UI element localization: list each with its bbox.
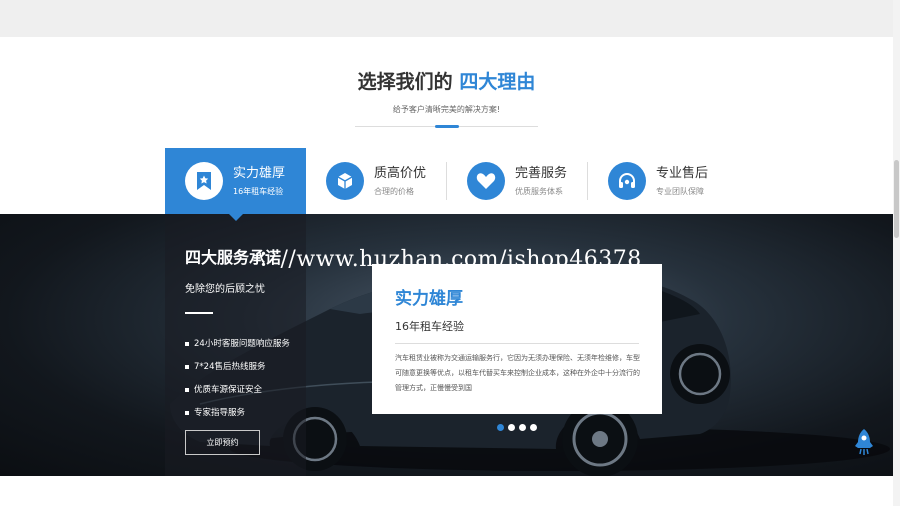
scrollbar-thumb[interactable] [894,160,899,238]
list-item: 24小时客服问题响应服务 [185,338,290,361]
list-item: 优质车源保证安全 [185,384,290,407]
tab-quality-price[interactable]: 质高价优 合理的价格 [306,148,447,214]
active-tab-pointer [228,213,244,221]
list-item: 7*24售后热线服务 [185,361,290,384]
card-subtitle: 16年租车经验 [395,320,464,333]
card-body: 汽车租赁业被称为交通运输服务行，它因为无须办理保险、无须年检维修，车型可随意更换… [395,354,640,392]
heart-icon [467,162,505,200]
carousel-dots [497,424,537,431]
carousel-dot[interactable] [519,424,526,431]
tab-title: 专业售后 [656,166,709,181]
headset-icon [608,162,646,200]
carousel-dot[interactable] [497,424,504,431]
book-now-button[interactable]: 立即预约 [185,430,260,455]
section-title-prefix: 选择我们的 [357,71,453,93]
tab-sub: 16年租车经验 [233,187,284,196]
tab-strength[interactable]: 实力雄厚 16年租车经验 [165,148,306,214]
tab-service[interactable]: 完善服务 优质服务体系 [447,148,588,214]
section-subtitle: 给予客户清晰完美的解决方案! [392,105,501,114]
page: 选择我们的 四大理由 给予客户清晰完美的解决方案! 实力雄厚 16年租车经验 质… [0,0,900,506]
bookmark-star-icon [185,162,223,200]
list-item: 专家指导服务 [185,407,290,430]
tab-sub: 专业团队保障 [656,187,704,196]
carousel-dot[interactable] [508,424,515,431]
promise-list: 24小时客服问题响应服务 7*24售后热线服务 优质车源保证安全 专家指导服务 [185,338,290,430]
tab-title: 完善服务 [515,166,568,181]
section-title: 选择我们的 四大理由 [0,67,893,94]
tab-after-sales[interactable]: 专业售后 专业团队保障 [588,148,729,214]
promise-subtitle: 免除您的后顾之忧 [185,284,265,295]
title-divider-accent [435,125,459,128]
reason-tabs: 实力雄厚 16年租车经验 质高价优 合理的价格 完善服务 优质服务体系 专业售后… [165,148,728,214]
tab-title: 实力雄厚 [233,166,286,181]
tab-title: 质高价优 [374,166,427,181]
carousel-dot[interactable] [530,424,537,431]
reason-card: 实力雄厚 16年租车经验 汽车租赁业被称为交通运输服务行，它因为无须办理保险、无… [372,264,662,414]
promise-divider [185,312,213,314]
tab-sub: 合理的价格 [374,187,414,196]
card-divider [395,343,639,344]
back-to-top-rocket-icon[interactable] [852,428,876,460]
cube-icon [326,162,364,200]
watermark-text: ：//www.huzhan.com/ishop46378 [258,247,642,272]
tab-sub: 优质服务体系 [515,187,563,196]
top-strip [0,0,893,37]
scrollbar[interactable] [893,0,900,506]
section-title-highlight: 四大理由 [459,71,536,93]
card-title: 实力雄厚 [395,289,463,309]
